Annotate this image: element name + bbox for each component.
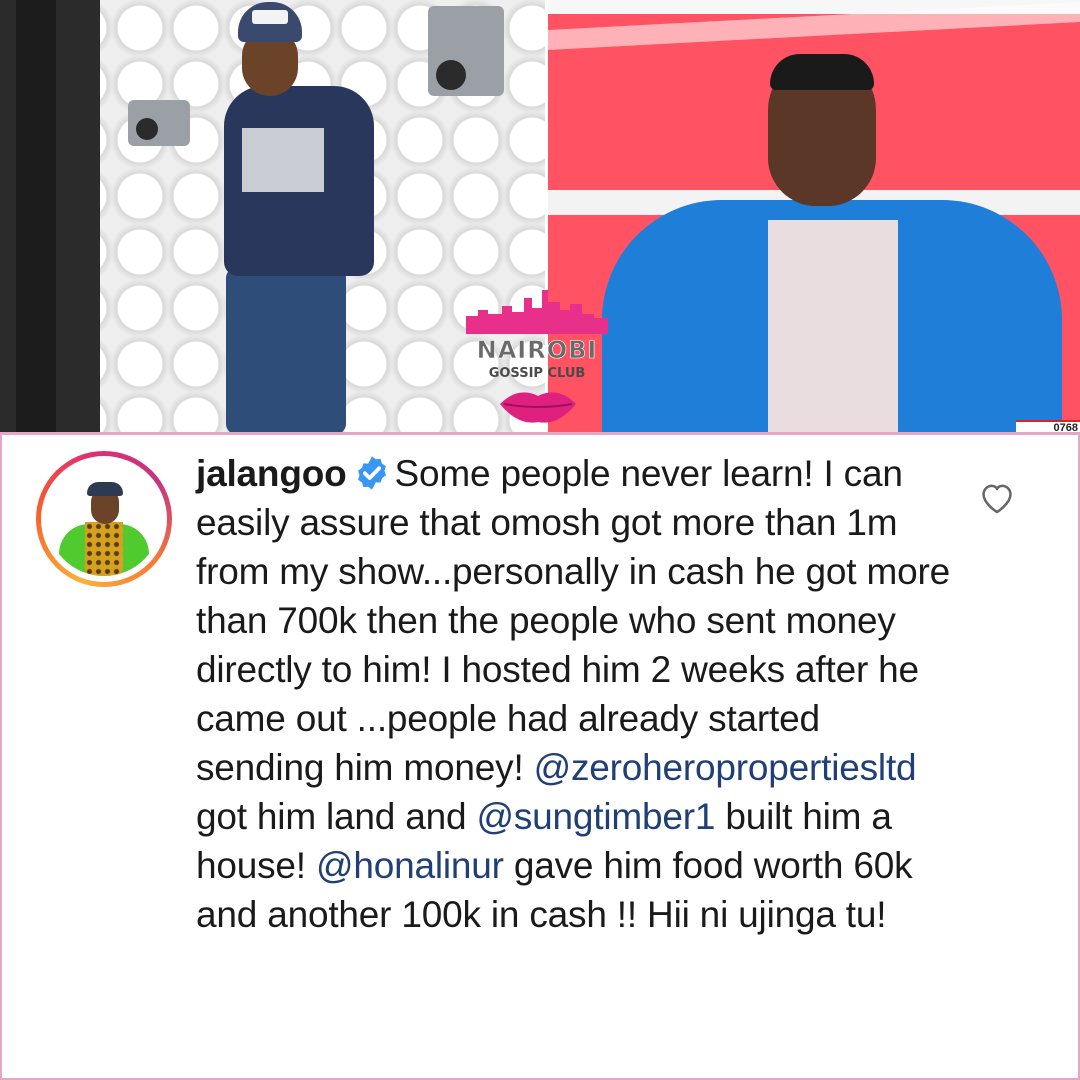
- username-link[interactable]: jalangoo: [196, 453, 347, 494]
- mention-link[interactable]: @zeroheropropertiesltd: [534, 747, 917, 788]
- security-camera-icon: [428, 6, 504, 96]
- security-camera-icon: [128, 100, 190, 146]
- instagram-comment: jalangoo Some people never learn! I can e…: [0, 435, 1080, 1080]
- dark-wall-section: [0, 0, 100, 434]
- mention-link[interactable]: @sungtimber1: [476, 796, 715, 837]
- verified-badge-icon: [357, 456, 386, 490]
- comment-text: Some people never learn! I can easily as…: [196, 453, 950, 788]
- comment-text: got him land and: [196, 796, 477, 837]
- watermark-logo: NAIROBI GOSSIP CLUB: [462, 288, 612, 438]
- avatar[interactable]: [36, 451, 172, 587]
- avatar-image: [47, 462, 161, 576]
- watermark-subtitle: GOSSIP CLUB: [488, 366, 586, 381]
- heart-outline-icon[interactable]: [978, 479, 1016, 515]
- right-photo: 0768: [548, 0, 1080, 434]
- lips-icon: [500, 392, 576, 423]
- person-photo: [220, 0, 420, 434]
- comment-body: jalangoo Some people never learn! I can e…: [196, 449, 956, 939]
- skyline-icon: [466, 290, 608, 334]
- watermark-title: NAIROBI: [476, 336, 598, 365]
- mention-link[interactable]: @honalinur: [316, 845, 504, 886]
